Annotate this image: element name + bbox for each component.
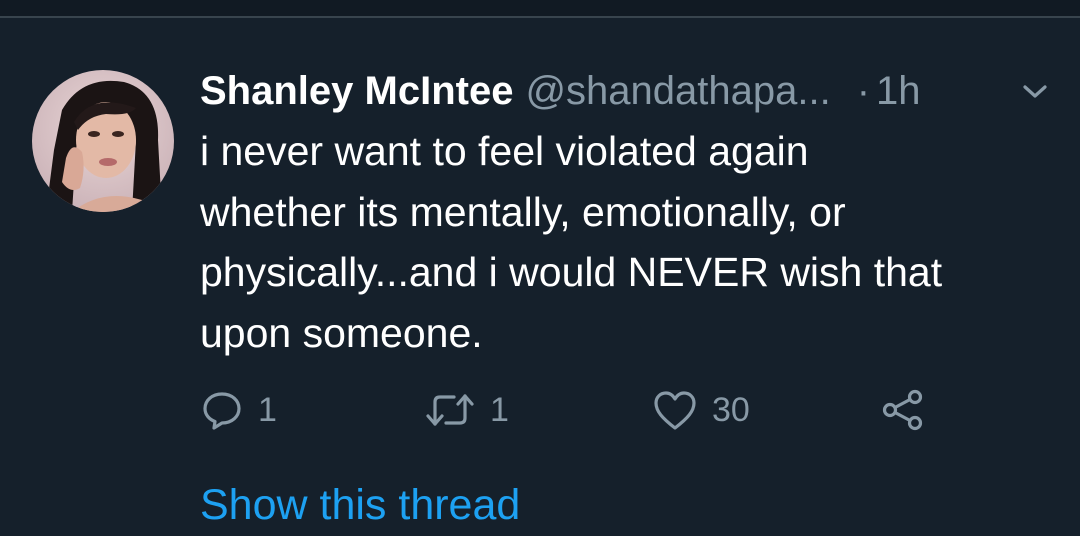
like-button[interactable]: 30 — [652, 385, 750, 435]
share-button[interactable] — [880, 385, 926, 435]
reply-icon — [203, 392, 241, 430]
show-thread-link[interactable]: Show this thread — [200, 478, 520, 532]
tweet-text: i never want to feel violated again whet… — [200, 128, 943, 356]
share-icon — [882, 389, 923, 431]
divider — [0, 16, 1080, 18]
retweet-count: 1 — [490, 390, 509, 429]
user-handle[interactable]: @shandathapa... — [525, 69, 830, 114]
tweet-header: Shanley McIntee @shandathapa... · 1h — [200, 66, 1070, 116]
separator-dot: · — [856, 68, 871, 113]
like-count: 30 — [712, 390, 750, 429]
retweet-button[interactable]: 1 — [424, 385, 509, 435]
reply-button[interactable]: 1 — [200, 385, 277, 435]
heart-icon — [654, 391, 696, 430]
tweet-menu-button[interactable] — [1018, 80, 1052, 104]
display-name[interactable]: Shanley McIntee — [200, 69, 513, 114]
tweet-actions: 1 1 30 — [0, 385, 1080, 435]
top-bar — [0, 0, 1080, 16]
avatar[interactable] — [32, 70, 174, 212]
reply-count: 1 — [258, 390, 277, 429]
chevron-down-icon — [1023, 85, 1047, 98]
avatar-image — [32, 70, 174, 212]
timestamp[interactable]: 1h — [876, 69, 921, 114]
retweet-icon — [426, 394, 474, 426]
